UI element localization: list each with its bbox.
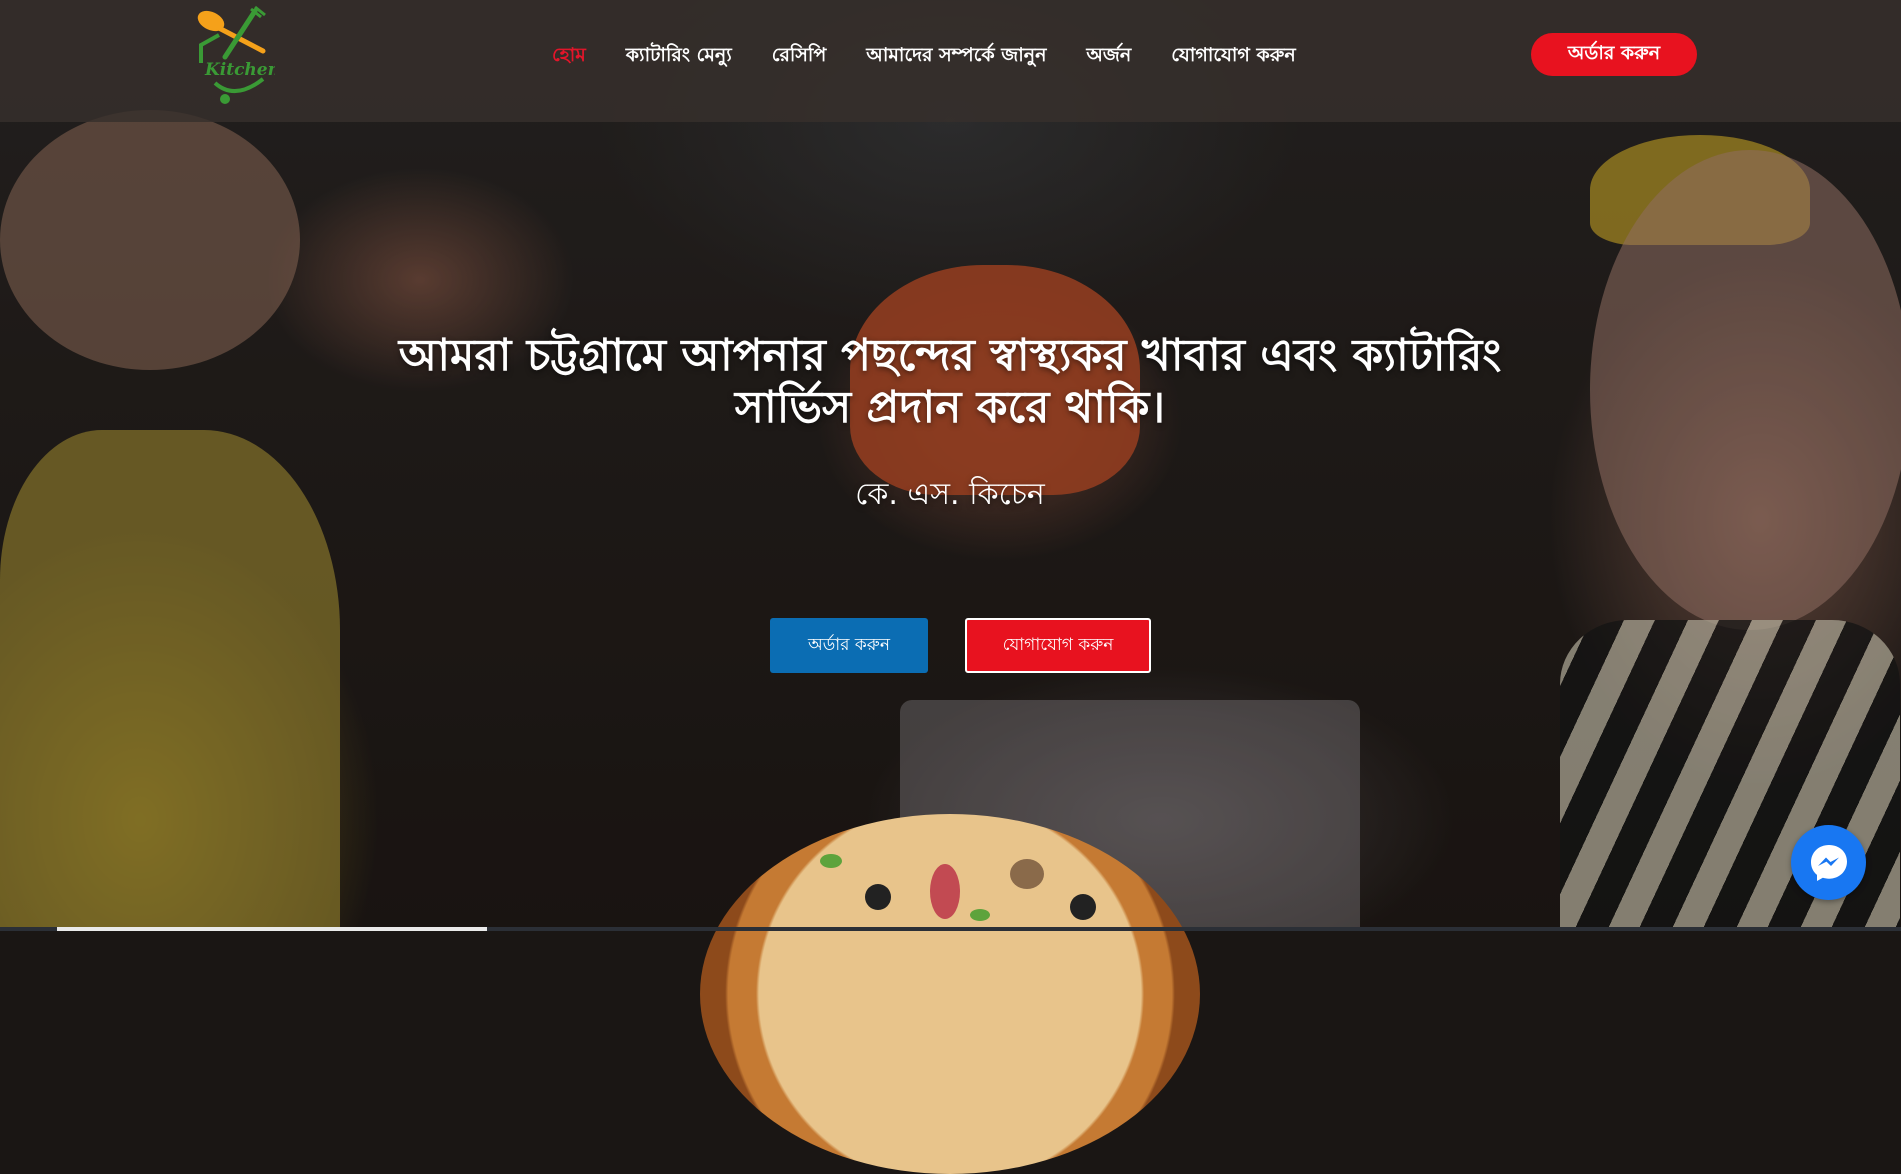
site-header: Kitchen হোম ক্যাটারিং মেন্যু রেসিপি আমাদ…	[0, 0, 1901, 122]
scroll-thumb[interactable]	[57, 927, 487, 931]
nav-catering-menu[interactable]: ক্যাটারিং মেন্যু	[626, 40, 732, 70]
messenger-chat-button[interactable]	[1791, 825, 1866, 900]
hero-contact-button[interactable]: যোগাযোগ করুন	[965, 618, 1151, 673]
hero-background	[0, 0, 1901, 931]
main-nav: হোম ক্যাটারিং মেন্যু রেসিপি আমাদের সম্পর…	[552, 40, 1336, 70]
nav-about-us[interactable]: আমাদের সম্পর্কে জানুন	[866, 40, 1046, 70]
hero-order-button[interactable]: অর্ডার করুন	[770, 618, 928, 673]
nav-achievements[interactable]: অর্জন	[1086, 40, 1131, 70]
nav-home[interactable]: হোম	[552, 40, 586, 70]
hero-subtitle: কে. এস. কিচেন	[855, 477, 1045, 512]
messenger-icon	[1810, 844, 1847, 881]
hero-headline-line2: সার্ভিস প্রদান করে থাকি।	[734, 382, 1166, 433]
logo-icon: Kitchen	[197, 5, 280, 104]
hero-headline: আমরা চট্টগ্রামে আপনার পছন্দের স্বাস্থ্যক…	[250, 330, 1650, 434]
hero-headline-line1: আমরা চট্টগ্রামে আপনার পছন্দের স্বাস্থ্যক…	[398, 330, 1502, 381]
svg-text:Kitchen: Kitchen	[204, 60, 275, 80]
nav-recipe[interactable]: রেসিপি	[772, 40, 826, 70]
ks-kitchen-logo[interactable]: Kitchen	[195, 5, 280, 105]
nav-contact[interactable]: যোগাযোগ করুন	[1171, 40, 1296, 70]
header-order-button[interactable]: অর্ডার করুন	[1531, 33, 1697, 76]
page-scroll-indicator	[0, 927, 1901, 931]
pizza-image	[700, 814, 1200, 1174]
hero-overlay	[0, 0, 1901, 931]
